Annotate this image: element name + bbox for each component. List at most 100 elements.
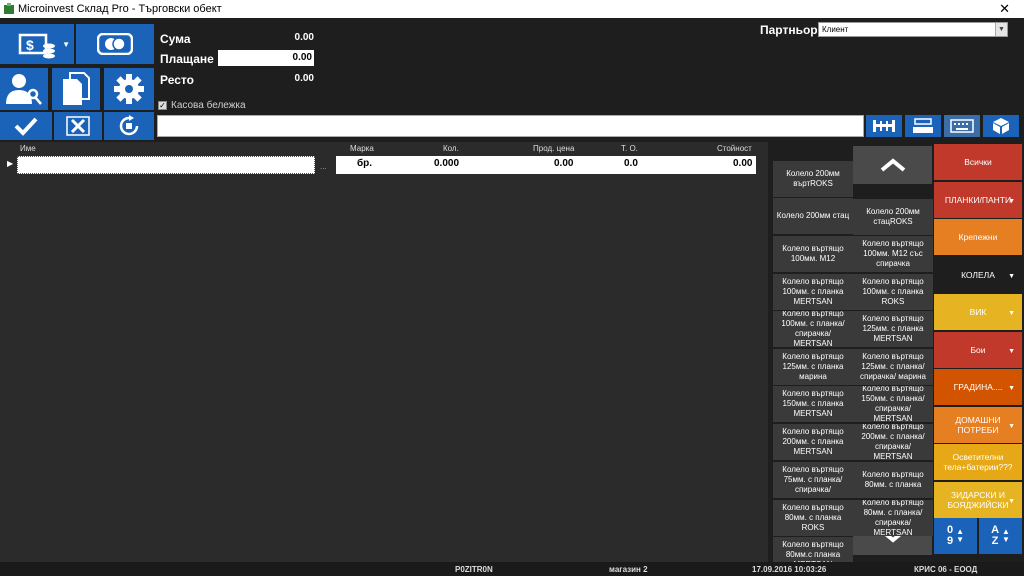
keyboard-icon (950, 119, 974, 133)
documents-button[interactable] (52, 68, 100, 110)
category-label: Бои (970, 344, 986, 355)
category-button[interactable]: ВИК ▼ (934, 294, 1022, 330)
chevron-up-icon (880, 158, 905, 172)
barcode-icon (873, 120, 895, 132)
category-button[interactable]: ГРАДИНА.... ▼ (934, 369, 1022, 405)
receipt-checkbox-row[interactable]: ✓ Касова бележка (158, 100, 246, 111)
sort-alpha-bottom: Z (991, 535, 999, 547)
receipt-checkbox[interactable]: ✓ (158, 101, 167, 110)
sort-numeric-button[interactable]: 0 9 ▲ ▼ (934, 518, 977, 554)
category-button[interactable]: КОЛЕЛА ▼ (934, 256, 1022, 293)
status-bar: P0ZITR0N магазин 2 17.09.2016 10:03:26 К… (0, 562, 1024, 576)
category-button[interactable]: Осветителни тела+батерии??? (934, 444, 1022, 480)
items-box-button[interactable] (983, 115, 1019, 137)
category-label: ВИК (969, 307, 987, 317)
value-cell: 0.00 (733, 158, 753, 169)
items-grid: Име Марка Кол. Прод. цена Т. О. Стойност… (0, 142, 768, 562)
category-button[interactable]: Бои ▼ (934, 331, 1022, 368)
category-button[interactable]: Всички (934, 144, 1022, 180)
chevron-down-icon[interactable]: ▼ (1008, 309, 1015, 319)
category-label: Крепежни (958, 232, 998, 242)
scale-button[interactable] (905, 115, 941, 137)
category-label: ДОМАШНИ ПОТРЕБИ (955, 414, 1001, 435)
chevron-down-icon[interactable]: ▼ (1008, 422, 1015, 432)
product-tile[interactable]: Колело въртящо 100мм. с планка MERTSAN (773, 274, 853, 310)
row-indicator-icon: ▶ (7, 159, 14, 168)
sum-label: Сума (160, 32, 191, 46)
chevron-down-icon[interactable]: ▼ (1008, 347, 1015, 357)
chevron-down-icon[interactable]: ▼ (995, 23, 1007, 36)
status-company: КРИС 06 - ЕООД (914, 565, 978, 574)
column-header-value: Стойност (717, 144, 752, 153)
category-button[interactable]: ЗИДАРСКИ И БОЯДЖИЙСКИ ▼ (934, 481, 1022, 518)
card-payment-icon (97, 33, 133, 55)
settings-button[interactable] (104, 68, 154, 110)
product-tile[interactable]: Колело въртящо 150мм. с планка MERTSAN (773, 386, 853, 422)
box-icon (993, 118, 1009, 134)
close-window-button[interactable]: ✕ (999, 1, 1010, 17)
product-tile[interactable]: Колело въртящо 75мм. с планка/спирачка/ (773, 462, 853, 498)
product-tile[interactable]: Колело 200мм стацROKS (853, 199, 933, 235)
scroll-up-button[interactable] (853, 146, 932, 184)
discount-cell[interactable]: 0.0 (624, 158, 638, 169)
app-logo-icon (4, 3, 14, 14)
table-row[interactable]: ▶ ... бр. 0.000 0.00 0.0 0.00 (0, 156, 768, 174)
cancel-document-button[interactable] (54, 112, 102, 140)
product-tile[interactable]: Колело въртящо 200мм. с планка/спирачка/… (853, 424, 933, 460)
column-header-qty: Кол. (443, 144, 459, 153)
svg-text:$: $ (26, 37, 34, 53)
receipt-label: Касова бележка (171, 100, 246, 111)
product-tile[interactable]: Колело въртящо 80мм. с планка/спирачка/ … (853, 500, 933, 536)
cash-payment-icon: $ (18, 33, 55, 59)
partner-label: Партньор (760, 23, 818, 37)
item-lookup-button[interactable]: ... (320, 162, 327, 171)
payment-input[interactable]: 0.00 (218, 50, 314, 66)
search-input[interactable] (157, 115, 864, 137)
product-tile[interactable]: Колело въртящо 125мм. с планка MERTSAN (853, 311, 933, 347)
card-payment-button[interactable] (76, 24, 154, 64)
product-tile[interactable]: Колело въртящо 150мм. с планка/спирачка/… (853, 386, 933, 422)
confirm-button[interactable] (0, 112, 52, 140)
dropdown-arrow-icon[interactable]: ▼ (62, 40, 70, 49)
category-label: КОЛЕЛА (961, 269, 995, 280)
cancel-doc-icon (66, 116, 90, 136)
category-button[interactable]: ПЛАНКИ/ПАНТИ ▼ (934, 181, 1022, 218)
category-label: ПЛАНКИ/ПАНТИ (944, 194, 1012, 205)
product-tile[interactable]: Колело въртящо 125мм. с планка/спирачка/… (853, 349, 933, 385)
refresh-icon (119, 115, 139, 136)
chevron-down-icon[interactable]: ▼ (1008, 272, 1015, 282)
chevron-down-icon[interactable]: ▼ (1008, 197, 1015, 207)
product-tile[interactable]: Колело 200мм въртROKS (773, 161, 853, 197)
refresh-button[interactable] (104, 112, 154, 140)
payment-label: Плащане (160, 52, 214, 66)
product-tile[interactable]: Колело въртящо 200мм. с планка MERTSAN (773, 424, 853, 460)
category-label: Всички (964, 157, 992, 167)
payment-cash-button[interactable]: $ ▼ (0, 24, 74, 64)
product-tile[interactable]: Колело въртящо 100мм. с планка ROKS (853, 274, 933, 310)
qty-cell[interactable]: 0.000 (434, 158, 459, 169)
chevron-down-icon[interactable]: ▼ (1008, 384, 1015, 394)
change-label: Ресто (160, 73, 194, 87)
partner-select[interactable]: Клиент ▼ (818, 22, 1008, 37)
documents-icon (63, 72, 90, 105)
product-tile[interactable]: Колело въртящо 80мм. с планка (853, 462, 933, 498)
keyboard-button[interactable] (944, 115, 980, 137)
barcode-button[interactable] (866, 115, 902, 137)
price-cell[interactable]: 0.00 (554, 158, 573, 169)
item-name-input[interactable] (17, 156, 315, 174)
sort-alpha-button[interactable]: A Z ▲ ▼ (979, 518, 1022, 554)
product-tile[interactable]: Колело въртящо 80мм. с планка ROKS (773, 500, 853, 536)
chevron-down-icon[interactable]: ▼ (1008, 497, 1015, 507)
unit-cell[interactable]: бр. (357, 158, 372, 169)
category-button[interactable]: ДОМАШНИ ПОТРЕБИ ▼ (934, 406, 1022, 443)
category-button[interactable]: Крепежни (934, 219, 1022, 255)
product-tile[interactable]: Колело въртящо 100мм. M12 (773, 236, 853, 272)
gear-icon (114, 74, 144, 104)
user-login-button[interactable] (0, 68, 48, 110)
main-area: $ ▼ Сума 0.00 Плащане 0.00 Ресто 0.00 ✓ … (0, 18, 1024, 573)
row-cells (336, 156, 756, 174)
product-tile[interactable]: Колело въртящо 100мм. с планка/спирачка/… (773, 311, 853, 347)
product-tile[interactable]: Колело въртящо 125мм. с планка марина (773, 349, 853, 385)
product-tile[interactable]: Колело въртящо 100мм. M12 със спирачка (853, 236, 933, 272)
product-tile[interactable]: Колело 200мм стац (773, 198, 853, 234)
